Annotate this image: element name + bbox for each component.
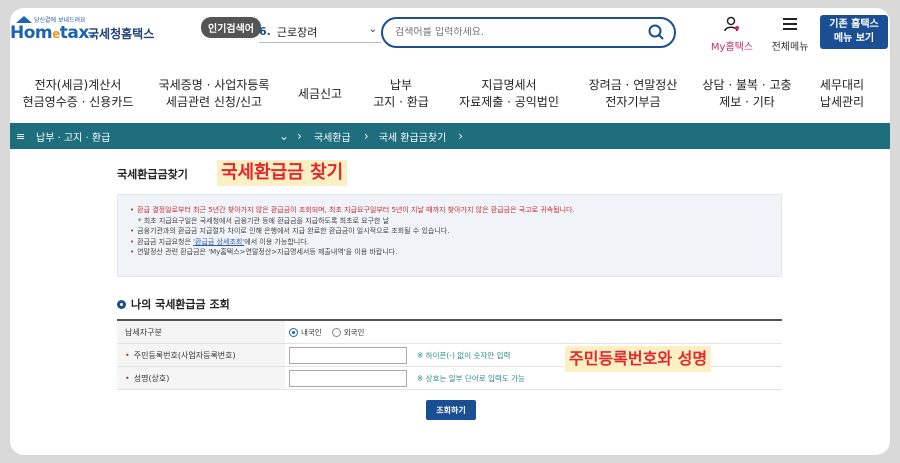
notice-subitem: * 최초 지급요구일은 국세청에서 금융기관 등에 환급금을 지급하도록 최초로… (138, 216, 390, 225)
notice-box: • 환급 결정일로부터 최근 5년간 찾아가지 않은 환급금이 조회되며, 최초 … (117, 194, 782, 277)
gnb-line1: 세무대리 (819, 78, 865, 92)
logo-mark: 당신곁에 보내드려요 Hometax. (10, 15, 95, 43)
notice-text: 환급 결정일로부터 최근 5년간 찾아가지 않은 환급금이 조회되며, 최초 지… (137, 206, 575, 214)
section-bullet-icon (117, 299, 126, 309)
all-menu-label: 전체메뉴 (771, 42, 809, 53)
radio-domestic[interactable] (289, 327, 298, 337)
required-mark: • (125, 350, 130, 360)
annotation-title-callout: 국세환급금 찾기 (217, 160, 348, 186)
hamburger-icon (783, 18, 797, 30)
logo-word-b: tax. (59, 23, 96, 43)
logo-wordmark: Hometax. (10, 23, 95, 43)
refund-detail-link[interactable]: '환급금 상세조회' (193, 238, 244, 246)
breadcrumb-level3[interactable]: 국세 환급금찾기 (379, 129, 447, 144)
gnb-line2: 고지 · 환급 (373, 95, 429, 109)
breadcrumb-menu-icon[interactable]: ≡ (16, 130, 28, 143)
my-hometax-button[interactable]: My홈택스 (710, 16, 754, 53)
popular-term: 근로장려 (276, 25, 318, 39)
notice-item: • 연말정산 관련 환급금은 'My홈택스>연말정산>지급명세서등 제출내역'을 … (130, 248, 398, 256)
id-number-cell: ※ 하이픈(-) 없이 숫자만 입력 (285, 346, 511, 364)
radio-foreign[interactable] (331, 327, 341, 337)
notice-item: • 환급금 지급요청은 '환급금 상세조회'에서 이용 가능합니다. (130, 237, 309, 246)
field-label: 납세자구분 (117, 321, 285, 343)
name-cell: ※ 상호는 일부 단어로 입력도 가능 (285, 369, 525, 387)
id-number-field[interactable] (289, 346, 407, 364)
chevron-right-icon: › (297, 129, 302, 143)
notice-text: 최초 지급요구일은 국세청에서 금융기관 등에 환급금을 지급하도록 최초로 요… (143, 216, 390, 225)
required-mark: • (125, 373, 130, 383)
gnb-line2: 현금영수증 · 신용카드 (22, 95, 134, 109)
gnb-line1: 전자(세금)계산서 (34, 78, 122, 92)
id-number-hint: ※ 하이픈(-) 없이 숫자만 입력 (417, 350, 511, 360)
legacy-menu-button[interactable]: 기존 홈택스 메뉴 보기 (820, 15, 888, 49)
name-hint: ※ 상호는 일부 단어로 입력도 가능 (417, 373, 525, 383)
notice-text: 환급금 지급요청은 (137, 237, 194, 246)
gnb-item-statements[interactable]: 지급명세서 자료제출 · 공익법인 (444, 74, 574, 114)
section-title-text: 나의 국세환급금 조회 (131, 298, 230, 311)
lookup-submit-button[interactable]: 조회하기 (426, 400, 476, 420)
breadcrumb-level2[interactable]: 국세환급 (314, 129, 364, 144)
hometax-logo[interactable]: 당신곁에 보내드려요 Hometax. 국세청홈택스 (10, 15, 154, 43)
annotation-id-callout: 주민등록번호와 성명 (565, 346, 712, 372)
legacy-menu-line1: 기존 홈택스 (829, 19, 879, 30)
search-icon[interactable] (648, 24, 664, 40)
notice-text: 에서 이용 가능합니다. (244, 237, 309, 246)
gnb-item-tax-filing[interactable]: 세금신고 (282, 74, 358, 114)
name-field[interactable] (289, 369, 407, 387)
field-label: • 주민등록번호(사업자등록번호) (117, 344, 285, 366)
gnb-item-tax-agent[interactable]: 세무대리 납세관리 (802, 74, 882, 114)
gnb-line1: 납부 (389, 78, 413, 92)
gnb-line1: 지급명세서 (481, 78, 537, 92)
gnb-line2: 자료제출 · 공익법인 (459, 95, 559, 109)
gnb-line1: 국세증명 · 사업자등록 (158, 78, 270, 92)
search-input[interactable] (395, 27, 635, 38)
notice-item: • 환급 결정일로부터 최근 5년간 찾아가지 않은 환급금이 조회되며, 최초 … (130, 206, 575, 214)
chevron-right-icon: › (363, 129, 369, 143)
popular-search-badge: 인기검색어 (201, 17, 261, 38)
breadcrumb-level1[interactable]: 납부 · 고지 · 환급 (36, 129, 279, 144)
notice-text: 금융기관과의 환급금 지급절차 차이로 인해 은행에서 지급 완료한 환급금이 … (137, 227, 450, 235)
id-number-label: 주민등록번호(사업자등록번호) (133, 350, 236, 360)
gnb-line1: 상담 · 불복 · 고충 (702, 78, 792, 92)
notice-item: • 금융기관과의 환급금 지급절차 차이로 인해 은행에서 지급 완료한 환급금이… (130, 227, 450, 235)
breadcrumb: ≡ 납부 · 고지 · 환급 ⌄ › 국세환급 › 국세 환급금찾기 › (10, 123, 890, 149)
gnb-item-consulting[interactable]: 상담 · 불복 · 고충 제보 · 기타 (692, 74, 802, 114)
legacy-menu-line2: 메뉴 보기 (833, 33, 875, 44)
name-label: 성명(상호) (133, 373, 170, 383)
chevron-down-icon[interactable]: ⌄ (279, 129, 289, 143)
chevron-down-icon: ⌄ (368, 24, 377, 35)
popular-search-select[interactable]: 6. 근로장려 ⌄ (259, 21, 381, 43)
gnb-item-payment[interactable]: 납부 고지 · 환급 (358, 74, 444, 114)
form-row-taxpayer-type: 납세자구분 내국인 외국인 (117, 321, 782, 344)
taxpayer-type-options: 내국인 외국인 (285, 327, 374, 338)
gnb-item-certificate[interactable]: 국세증명 · 사업자등록 세금관련 신청/신고 (146, 74, 282, 114)
page-title: 국세환급금찾기 (117, 168, 188, 181)
field-label: • 성명(상호) (117, 367, 285, 389)
taxpayer-type-label: 납세자구분 (125, 327, 162, 337)
user-icon (724, 16, 739, 32)
gnb-line1: 장려금 · 연말정산 (588, 78, 678, 92)
house-icon (16, 16, 32, 23)
my-hometax-label: My홈택스 (710, 42, 754, 53)
gnb-line1: 세금신고 (297, 86, 343, 101)
gnb-line2: 세금관련 신청/신고 (165, 95, 263, 109)
notice-text: 연말정산 관련 환급금은 'My홈택스>연말정산>지급명세서등 제출내역'을 이… (137, 248, 398, 256)
browser-frame: 당신곁에 보내드려요 Hometax. 국세청홈택스 인기검색어 6. 근로장려… (10, 8, 890, 455)
all-menu-button[interactable]: 전체메뉴 (766, 16, 814, 53)
gnb-line2: 납세관리 (819, 95, 865, 109)
section-title: 나의 국세환급금 조회 (117, 296, 230, 312)
logo-word-e: e (52, 27, 60, 41)
search-bar[interactable] (381, 17, 676, 48)
gnb-item-einvoice[interactable]: 전자(세금)계산서 현금영수증 · 신용카드 (10, 74, 146, 114)
main-navigation: 전자(세금)계산서 현금영수증 · 신용카드 국세증명 · 사업자등록 세금관련… (10, 74, 890, 114)
radio-foreign-label[interactable]: 외국인 (344, 327, 365, 338)
logo-name: 국세청홈택스 (88, 27, 155, 41)
logo-word-a: Hom (10, 23, 53, 43)
popular-rank: 6. (259, 25, 271, 38)
gnb-line2: 제보 · 기타 (719, 95, 775, 109)
radio-domestic-label[interactable]: 내국인 (301, 327, 322, 338)
gnb-item-incentive[interactable]: 장려금 · 연말정산 전자기부금 (574, 74, 692, 114)
chevron-right-icon: › (458, 129, 464, 143)
gnb-line2: 전자기부금 (605, 95, 661, 109)
